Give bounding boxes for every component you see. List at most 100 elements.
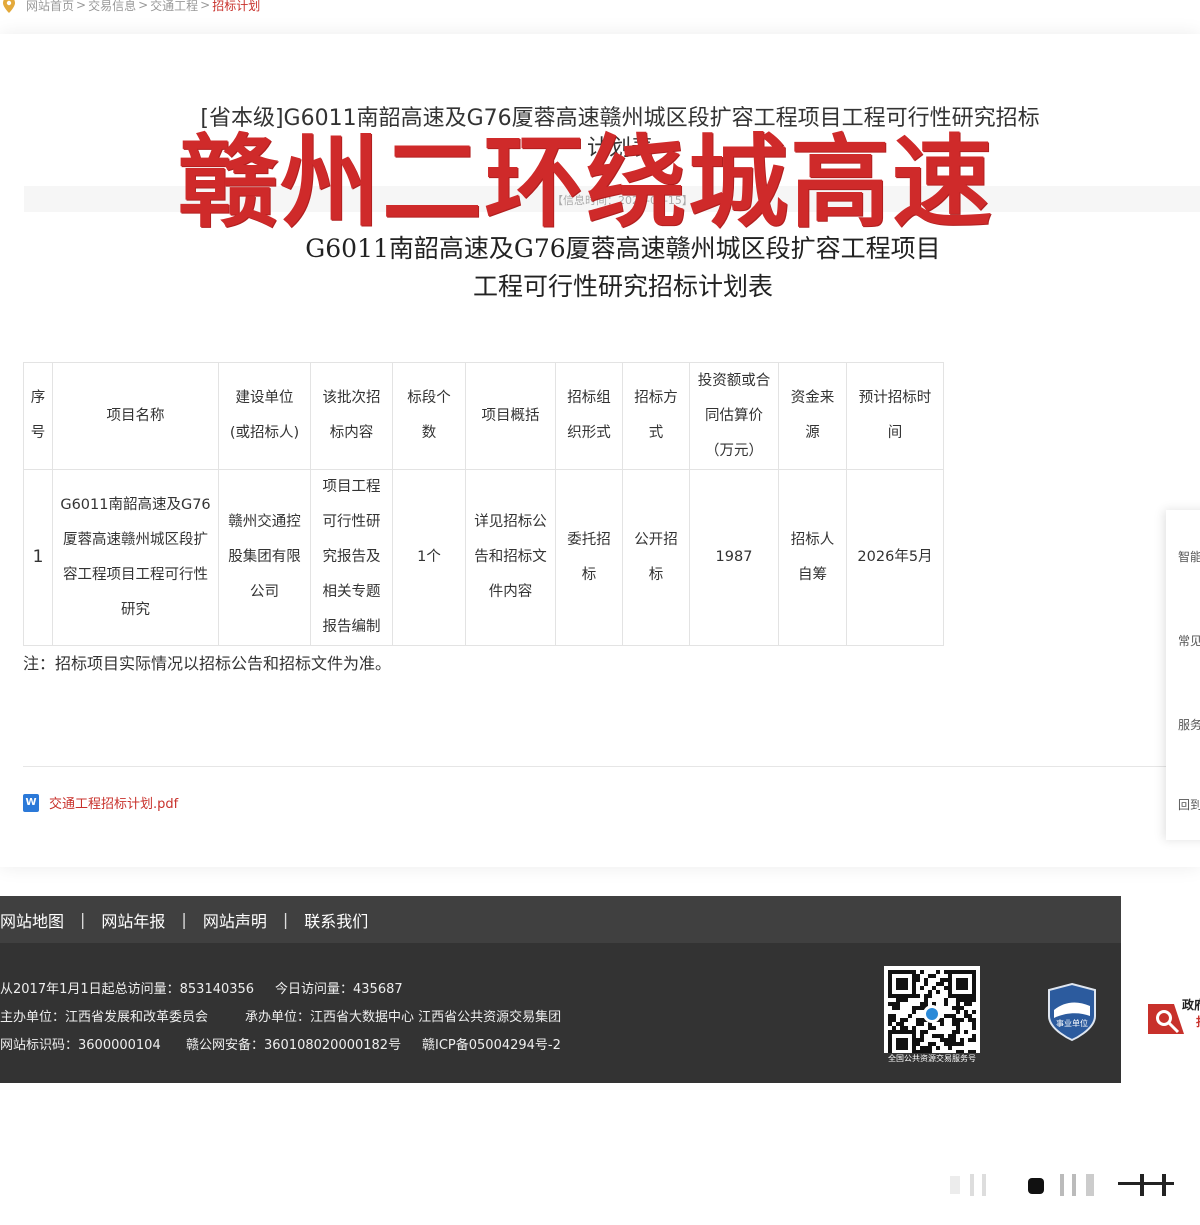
- table-header-cell: 招标方式: [622, 362, 690, 470]
- table-header-cell: 投资额或合同估算价 （万元）: [689, 362, 779, 470]
- attachment-label[interactable]: 交通工程招标计划.pdf: [49, 793, 178, 812]
- table-header-line: 间: [887, 425, 903, 441]
- police-record[interactable]: 赣公网安备：360108020000182号: [186, 1032, 422, 1060]
- table-header-line: 项目概括: [481, 407, 540, 424]
- table-note: 注：招标项目实际情况以招标公告和招标文件为准。: [23, 654, 392, 673]
- table-header-line: 建设单位: [235, 390, 294, 406]
- table-header-line: 投资额或合: [697, 372, 771, 389]
- side-item-back-to-top[interactable]: 回到: [1178, 778, 1200, 813]
- side-item-label: 服务: [1178, 718, 1200, 732]
- gov-error-correction-label[interactable]: 政府 找: [1182, 996, 1200, 1030]
- table-header-line: 源: [805, 425, 820, 441]
- table-header-cell: 项目名称: [52, 362, 219, 470]
- table-cell-line: 股集团有限: [228, 549, 301, 565]
- operator-unit: 承办单位：江西省大数据中心 江西省公共资源交易集团: [245, 1010, 562, 1025]
- breadcrumb-current[interactable]: 招标计划: [212, 0, 260, 14]
- table-header-line: 招标组: [567, 390, 611, 406]
- word-doc-icon: W: [23, 793, 39, 812]
- breadcrumb-separator: >: [76, 0, 87, 12]
- table-cell-line: 1: [32, 547, 44, 567]
- table-header-line: 式: [648, 425, 664, 441]
- badge-label: 事业单位: [1056, 1018, 1088, 1028]
- table-cell: 项目工程 可行性研 究报告及 相关专题 报告编制: [310, 469, 393, 646]
- table-cell-line: 委托招: [567, 531, 611, 548]
- table-cell-line: 容工程项目工程可行性: [63, 566, 208, 583]
- table-cell-line: 项目工程: [322, 479, 381, 495]
- side-panel: 智能 常见 服务 回到: [1166, 510, 1200, 840]
- visits-today: 今日访问量：435687: [275, 982, 403, 997]
- footer: 网站地图 | 网站年报 | 网站声明 | 联系我们 从2017年1月1日起总访问…: [0, 896, 1121, 1083]
- table-header-line: 项目名称: [106, 407, 165, 424]
- table-cell-line: 可行性研: [322, 514, 381, 530]
- table-cell-line: 1个: [417, 549, 441, 565]
- side-item-faq[interactable]: 常见: [1178, 614, 1200, 649]
- location-pin-icon: [3, 0, 15, 13]
- footer-nav-separator: |: [282, 910, 289, 929]
- tender-plan-table: 序号项目名称 建设单位 (或招标人) 该批次招 标内容 标段个数项目概括 招标组 织形式 招标方…: [23, 362, 944, 646]
- table-header-line: 标内容: [329, 425, 374, 441]
- table-cell: 2026年5月: [846, 469, 944, 646]
- table-header-cell: 预计招标时间: [846, 362, 944, 470]
- table-cell: 招标人 自筹: [778, 469, 847, 646]
- footer-link-statement[interactable]: 网站声明: [203, 908, 267, 932]
- icp-record[interactable]: 赣ICP备05004294号-2: [422, 1032, 561, 1060]
- table-cell-line: 自筹: [798, 566, 827, 583]
- table-cell-line: 标: [581, 566, 597, 583]
- gov-text-line2: 找: [1196, 1013, 1200, 1030]
- breadcrumb-home[interactable]: 网站首页: [26, 0, 74, 14]
- table-header-line: 资金来: [790, 390, 835, 406]
- attachment-link[interactable]: W 交通工程招标计划.pdf: [23, 793, 178, 812]
- breadcrumb-trade-info[interactable]: 交易信息: [88, 0, 136, 14]
- public-institution-badge-icon[interactable]: 事业单位: [1046, 982, 1098, 1042]
- table-cell: G6011南韶高速及G76 厦蓉高速赣州城区段扩 容工程项目工程可行性 研究: [52, 469, 219, 646]
- footer-nav: 网站地图 | 网站年报 | 网站声明 | 联系我们: [0, 896, 1121, 943]
- table-header-cell: 建设单位 (或招标人): [218, 362, 311, 470]
- table-cell-line: 详见招标公: [474, 514, 547, 530]
- table-cell-line: 2026年5月: [857, 549, 933, 565]
- document-heading: G6011南韶高速及G76厦蓉高速赣州城区段扩容工程项目 工程可行性研究招标计划…: [200, 230, 1046, 306]
- table-cell: 赣州交通控股集团有限公司: [218, 469, 311, 646]
- table-header-cell: 序号: [23, 362, 53, 470]
- footer-link-sitemap[interactable]: 网站地图: [0, 908, 64, 932]
- side-item-service[interactable]: 服务: [1178, 698, 1200, 733]
- table-cell: 公开招标: [622, 469, 690, 646]
- site-code: 网站标识码：3600000104: [0, 1038, 161, 1053]
- footer-link-annual-report[interactable]: 网站年报: [101, 908, 165, 932]
- table-cell-line: G6011南韶高速及G76: [60, 496, 211, 513]
- table-header-line: 数: [421, 425, 437, 441]
- table-header-cell: 项目概括: [465, 362, 556, 470]
- divider: [23, 766, 1200, 767]
- table-header-line: 预计招标时: [858, 390, 932, 406]
- table-header-line: 该批次招: [322, 390, 381, 406]
- table-cell-line: 招标人: [790, 531, 835, 548]
- table-header-row: 序号项目名称 建设单位 (或招标人) 该批次招 标内容 标段个数项目概括 招标组 织形式 招标方…: [23, 362, 944, 470]
- table-cell-line: 告和招标文: [474, 549, 547, 565]
- table-header-line: 号: [30, 425, 46, 441]
- qr-code-icon: [884, 966, 980, 1062]
- footer-nav-separator: |: [80, 910, 86, 929]
- document-heading-line2: 工程可行性研究招标计划表: [472, 272, 773, 301]
- sponsor-unit: 主办单位：江西省发展和改革委员会: [0, 1010, 209, 1025]
- table-header-line: 同估算价: [705, 407, 763, 424]
- table-cell-line: 公开招: [634, 531, 678, 548]
- side-item-label: 常见: [1178, 634, 1200, 648]
- table-header-cell: 招标组 织形式: [555, 362, 623, 470]
- table-row: 1 G6011南韶高速及G76 厦蓉高速赣州城区段扩 容工程项目工程可行性 研究 赣州交通…: [23, 469, 944, 646]
- footer-link-contact[interactable]: 联系我们: [304, 908, 368, 932]
- side-item-label: 回到: [1178, 798, 1200, 812]
- table-cell: 1987: [689, 469, 779, 646]
- side-item-smart[interactable]: 智能: [1178, 530, 1200, 565]
- table-cell: 1: [23, 469, 53, 646]
- table-header-line: 织形式: [567, 425, 611, 441]
- table-cell-line: 赣州交通控: [228, 514, 301, 530]
- table-cell-line: 标: [648, 566, 664, 583]
- table-cell: 委托招标: [555, 469, 623, 646]
- side-item-label: 智能: [1178, 550, 1200, 564]
- table-cell-line: 公司: [250, 584, 279, 600]
- gov-error-correction-icon[interactable]: [1146, 1000, 1186, 1040]
- table-header-cell: 标段个数: [392, 362, 466, 470]
- table-header-line: （万元）: [705, 442, 763, 459]
- breadcrumb-traffic-engineering[interactable]: 交通工程: [150, 0, 198, 14]
- document-heading-line1: G6011南韶高速及G76厦蓉高速赣州城区段扩容工程项目: [305, 234, 941, 263]
- footer-info: 从2017年1月1日起总访问量：853140356 今日访问量：435687 主…: [0, 976, 561, 1060]
